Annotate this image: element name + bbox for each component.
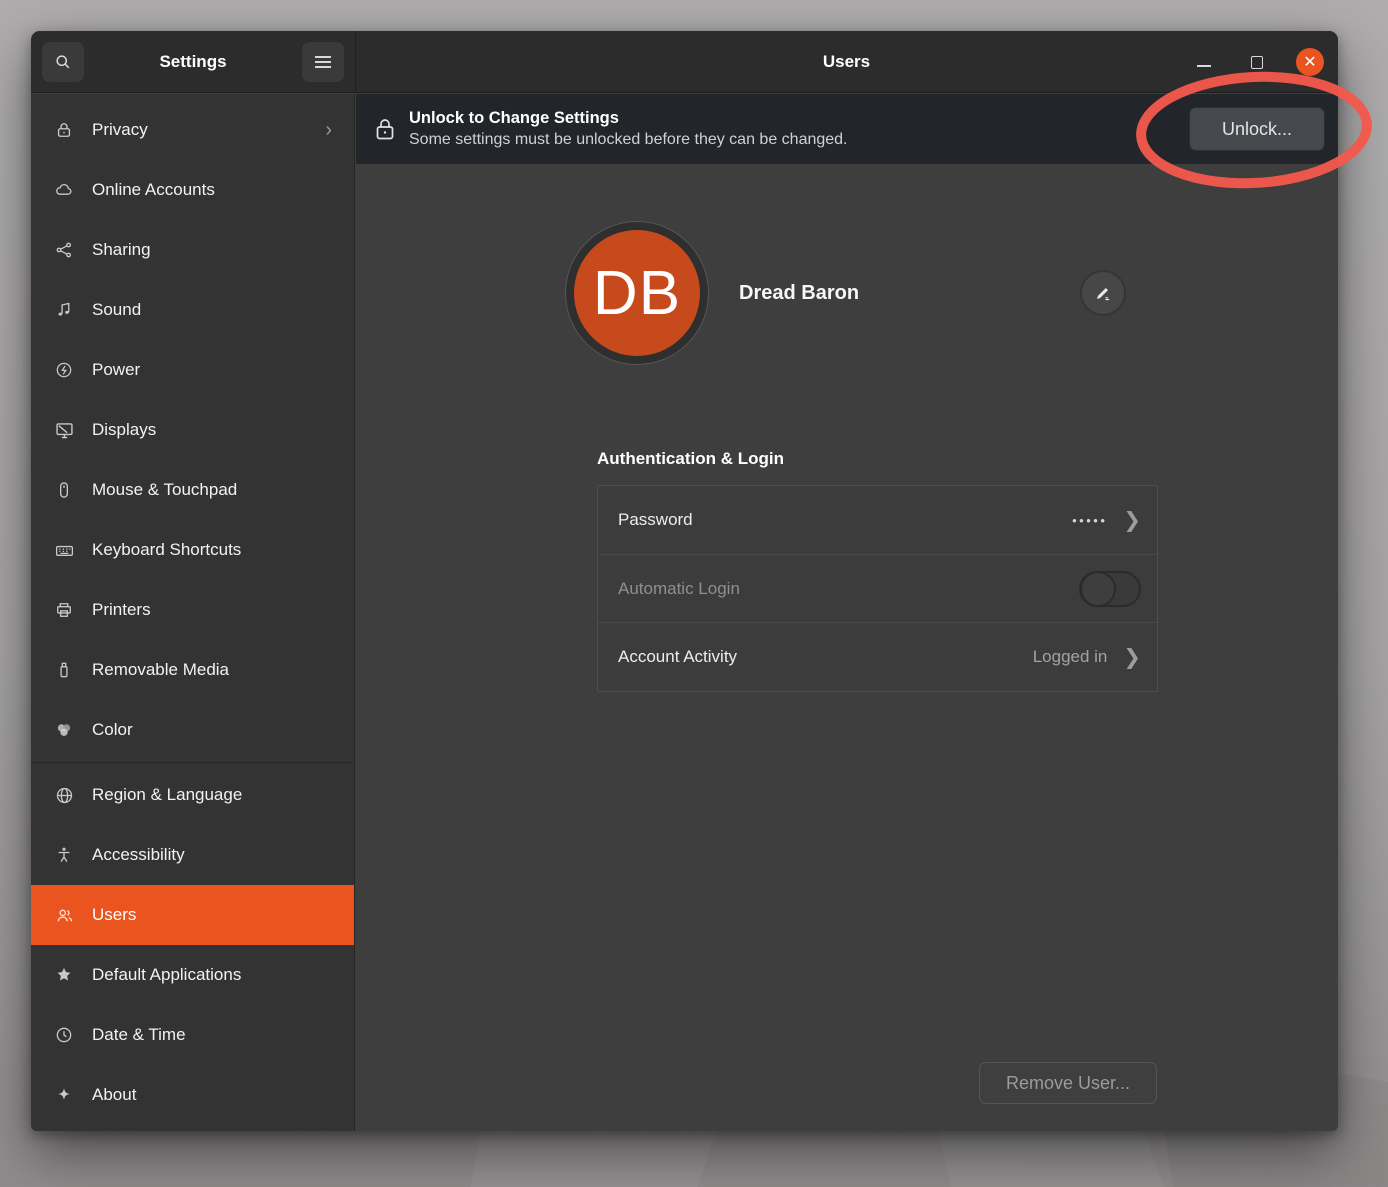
display-icon bbox=[53, 419, 75, 441]
lock-icon bbox=[53, 119, 75, 141]
auth-settings-list: Password ••••• ❯ Automatic Login Account… bbox=[597, 485, 1158, 692]
unlock-bar: Unlock to Change Settings Some settings … bbox=[356, 94, 1338, 164]
accessibility-icon bbox=[53, 844, 75, 866]
sidebar-item-label: Sound bbox=[92, 300, 141, 320]
sidebar-item-label: Default Applications bbox=[92, 965, 241, 985]
user-avatar[interactable]: DB bbox=[565, 221, 709, 365]
mouse-icon bbox=[53, 479, 75, 501]
search-button[interactable] bbox=[41, 41, 85, 83]
sidebar-item-users[interactable]: Users bbox=[31, 885, 354, 945]
sidebar-item-printers[interactable]: Printers bbox=[31, 580, 354, 640]
clock-icon bbox=[53, 1024, 75, 1046]
account-activity-value: Logged in bbox=[1033, 647, 1108, 667]
cloud-icon bbox=[53, 179, 75, 201]
sidebar-item-label: Keyboard Shortcuts bbox=[92, 540, 241, 560]
sidebar-item-region-language[interactable]: Region & Language bbox=[31, 765, 354, 825]
auth-section-header: Authentication & Login bbox=[597, 449, 784, 469]
sidebar-item-displays[interactable]: Displays bbox=[31, 400, 354, 460]
password-row[interactable]: Password ••••• ❯ bbox=[598, 486, 1157, 554]
user-full-name: Dread Baron bbox=[739, 282, 859, 305]
sidebar-item-about[interactable]: About bbox=[31, 1065, 354, 1125]
star-icon bbox=[53, 964, 75, 986]
sidebar-item-label: Privacy bbox=[92, 120, 148, 140]
account-activity-label: Account Activity bbox=[618, 647, 737, 667]
globe-icon bbox=[53, 784, 75, 806]
music-note-icon bbox=[53, 299, 75, 321]
sidebar-item-online-accounts[interactable]: Online Accounts bbox=[31, 160, 354, 220]
keyboard-icon bbox=[53, 539, 75, 561]
sidebar-item-label: Printers bbox=[92, 600, 151, 620]
color-circles-icon bbox=[53, 719, 75, 741]
sidebar: Privacy › Online Accounts Sharing Sound … bbox=[31, 94, 355, 1131]
close-button[interactable]: ✕ bbox=[1296, 31, 1324, 93]
sidebar-item-privacy[interactable]: Privacy › bbox=[31, 100, 354, 160]
edit-name-button[interactable] bbox=[1080, 270, 1126, 316]
sidebar-item-sound[interactable]: Sound bbox=[31, 280, 354, 340]
power-icon bbox=[53, 359, 75, 381]
minimize-button[interactable] bbox=[1190, 31, 1218, 93]
sidebar-item-keyboard-shortcuts[interactable]: Keyboard Shortcuts bbox=[31, 520, 354, 580]
titlebar: Settings Users ✕ bbox=[31, 31, 1338, 93]
sidebar-item-color[interactable]: Color bbox=[31, 700, 354, 760]
flash-drive-icon bbox=[53, 659, 75, 681]
chevron-right-icon: › bbox=[325, 120, 332, 140]
password-dots: ••••• bbox=[1072, 513, 1107, 528]
sidebar-item-label: Displays bbox=[92, 420, 156, 440]
chevron-right-icon: ❯ bbox=[1123, 508, 1141, 532]
close-icon: ✕ bbox=[1296, 48, 1324, 76]
sidebar-item-label: Region & Language bbox=[92, 785, 242, 805]
account-activity-row[interactable]: Account Activity Logged in ❯ bbox=[598, 622, 1157, 690]
users-panel: DB Dread Baron Authentication & Login Pa… bbox=[356, 164, 1338, 1131]
automatic-login-toggle[interactable] bbox=[1079, 571, 1141, 607]
sidebar-item-date-time[interactable]: Date & Time bbox=[31, 1005, 354, 1065]
sidebar-item-power[interactable]: Power bbox=[31, 340, 354, 400]
sidebar-item-label: Online Accounts bbox=[92, 180, 215, 200]
sidebar-item-label: Users bbox=[92, 905, 136, 925]
sidebar-item-accessibility[interactable]: Accessibility bbox=[31, 825, 354, 885]
share-icon bbox=[53, 239, 75, 261]
remove-user-button[interactable]: Remove User... bbox=[979, 1062, 1157, 1104]
maximize-button[interactable] bbox=[1243, 31, 1271, 93]
sparkle-icon bbox=[53, 1084, 75, 1106]
minimize-icon bbox=[1197, 65, 1211, 67]
chevron-right-icon: ❯ bbox=[1123, 645, 1141, 669]
sidebar-item-label: Mouse & Touchpad bbox=[92, 480, 237, 500]
toggle-knob bbox=[1080, 571, 1116, 607]
avatar-initials: DB bbox=[574, 230, 700, 356]
automatic-login-label: Automatic Login bbox=[618, 579, 740, 599]
sidebar-item-label: About bbox=[92, 1085, 136, 1105]
sidebar-item-mouse-touchpad[interactable]: Mouse & Touchpad bbox=[31, 460, 354, 520]
lock-icon bbox=[373, 116, 397, 142]
printer-icon bbox=[53, 599, 75, 621]
sidebar-item-label: Power bbox=[92, 360, 140, 380]
search-icon bbox=[53, 52, 73, 72]
sidebar-item-removable-media[interactable]: Removable Media bbox=[31, 640, 354, 700]
maximize-icon bbox=[1251, 56, 1263, 69]
menu-button[interactable] bbox=[301, 41, 345, 83]
sidebar-divider bbox=[31, 762, 354, 763]
users-icon bbox=[53, 904, 75, 926]
settings-window: Settings Users ✕ Privacy › Online Accoun… bbox=[31, 31, 1338, 1131]
sidebar-item-label: Accessibility bbox=[92, 845, 185, 865]
unlock-bar-subtitle: Some settings must be unlocked before th… bbox=[409, 130, 848, 151]
password-label: Password bbox=[618, 510, 693, 530]
unlock-button[interactable]: Unlock... bbox=[1189, 107, 1325, 151]
hamburger-icon bbox=[314, 55, 332, 69]
sidebar-item-label: Sharing bbox=[92, 240, 151, 260]
sidebar-item-label: Removable Media bbox=[92, 660, 229, 680]
sidebar-item-sharing[interactable]: Sharing bbox=[31, 220, 354, 280]
sidebar-item-label: Date & Time bbox=[92, 1025, 186, 1045]
sidebar-item-label: Color bbox=[92, 720, 133, 740]
unlock-bar-title: Unlock to Change Settings bbox=[409, 107, 848, 129]
pencil-icon bbox=[1092, 282, 1114, 304]
sidebar-item-default-applications[interactable]: Default Applications bbox=[31, 945, 354, 1005]
automatic-login-row: Automatic Login bbox=[598, 554, 1157, 622]
